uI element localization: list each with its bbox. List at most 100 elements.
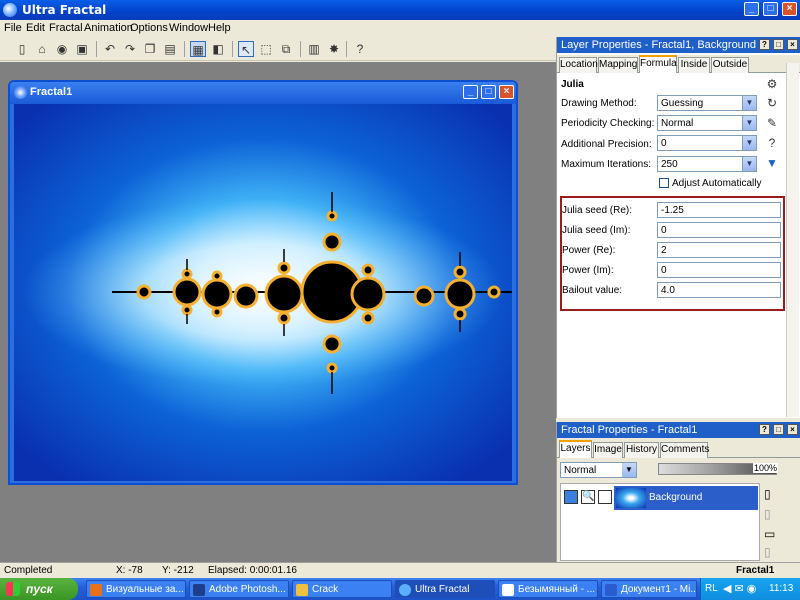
tab-mapping[interactable]: Mapping (598, 57, 638, 73)
periodicity-label: Periodicity Checking: (561, 118, 655, 129)
taskbar-item[interactable]: Документ1 - Mi... (601, 580, 697, 598)
child-close-button[interactable]: × (499, 85, 514, 99)
panel-close-button[interactable]: × (787, 39, 798, 50)
panel-close-button[interactable]: × (787, 424, 798, 435)
tab-layers[interactable]: Layers (559, 440, 592, 458)
refresh-icon[interactable]: ↻ (765, 96, 779, 110)
duplicate-layer-icon[interactable]: ▯ (764, 507, 771, 521)
child-minimize-button[interactable]: _ (463, 85, 478, 99)
adjust-automatically-checkbox[interactable] (659, 178, 669, 188)
menu-help[interactable]: Help (208, 22, 231, 34)
preview-icon[interactable]: ▦ (190, 41, 206, 57)
drawing-method-label: Drawing Method: (561, 98, 637, 109)
taskbar-item-active[interactable]: Ultra Fractal (395, 580, 495, 598)
menu-file[interactable]: File (4, 22, 22, 34)
layer-properties-tabs: Location Mapping Formula Inside Outside (557, 55, 800, 73)
delete-layer-icon[interactable]: ▯ (764, 545, 771, 559)
layer-visible-icon[interactable] (564, 490, 578, 504)
taskbar-item[interactable]: Adobe Photosh... (189, 580, 289, 598)
browse-icon[interactable]: ◉ (54, 41, 70, 57)
tab-inside[interactable]: Inside (678, 57, 710, 73)
toolbar-separator (96, 41, 97, 57)
tab-formula[interactable]: Formula (639, 55, 677, 73)
maximize-button[interactable]: □ (763, 2, 778, 16)
status-bar: Completed X: -78 Y: -212 Elapsed: 0:00:0… (0, 562, 800, 578)
power-re-input[interactable]: 2 (657, 242, 781, 258)
bailout-label: Bailout value: (562, 285, 623, 296)
tab-image[interactable]: Image (593, 442, 623, 458)
clock: 11:13 (769, 583, 794, 594)
layer-lock-icon[interactable] (598, 490, 612, 504)
bailout-input[interactable]: 4.0 (657, 282, 781, 298)
power-im-input[interactable]: 0 (657, 262, 781, 278)
julia-seed-im-input[interactable]: 0 (657, 222, 781, 238)
open-icon[interactable]: ⌂ (34, 41, 50, 57)
toolbar: ▯ ⌂ ◉ ▣ ↶ ↷ ❐ ▤ ▦ ◧ ↖ ⬚ ⧉ ▥ ✸ ? (0, 37, 556, 61)
render-icon[interactable]: ▥ (306, 41, 322, 57)
system-tray: RL ◀ ✉ ◉ 11:13 (700, 578, 800, 600)
julia-seed-re-label: Julia seed (Re): (562, 205, 633, 216)
fractal-canvas[interactable] (14, 104, 512, 481)
edit-formula-icon[interactable]: ✎ (765, 116, 779, 130)
periodicity-select[interactable]: Normal ▼ (657, 115, 757, 131)
status-elapsed: Elapsed: 0:00:01.16 (208, 565, 297, 576)
menu-animation[interactable]: Animation (84, 22, 133, 34)
copy-icon[interactable]: ❐ (142, 41, 158, 57)
panel-help-button[interactable]: ? (759, 39, 770, 50)
child-maximize-button[interactable]: □ (481, 85, 496, 99)
help-icon[interactable]: ? (352, 41, 368, 57)
menu-options[interactable]: Options (130, 22, 168, 34)
taskbar-item[interactable]: Безымянный - ... (498, 580, 598, 598)
tab-outside[interactable]: Outside (711, 57, 749, 73)
app-title: Ultra Fractal (22, 3, 107, 17)
redo-icon[interactable]: ↷ (122, 41, 138, 57)
collapse-arrow-icon[interactable]: ▼ (765, 156, 779, 170)
drawing-method-select[interactable]: Guessing ▼ (657, 95, 757, 111)
panel-float-button[interactable]: □ (773, 424, 784, 435)
taskbar-item[interactable]: Crack (292, 580, 392, 598)
layer-row-background[interactable]: Background (614, 486, 758, 510)
add-layer-icon[interactable]: ▯ (764, 487, 771, 501)
minimize-button[interactable]: _ (744, 2, 759, 16)
layer-search-icon[interactable]: 🔍 (581, 490, 595, 504)
zoom-window-icon[interactable]: ⧉ (278, 41, 294, 57)
formula-browse-icon[interactable]: ⚙ (765, 77, 779, 91)
panel-float-button[interactable]: □ (773, 39, 784, 50)
menu-window[interactable]: Window (169, 22, 208, 34)
tab-history[interactable]: History (624, 442, 659, 458)
menu-bar: File Edit Fractal Animation Options Wind… (0, 20, 800, 37)
additional-precision-select[interactable]: 0 ▼ (657, 135, 757, 151)
undo-icon[interactable]: ↶ (102, 41, 118, 57)
blend-mode-select[interactable]: Normal ▼ (560, 462, 637, 478)
additional-precision-label: Additional Precision: (561, 139, 652, 150)
paste-icon[interactable]: ▤ (162, 41, 178, 57)
tab-comments[interactable]: Comments (660, 442, 709, 458)
mask-layer-icon[interactable]: ▭ (764, 527, 775, 541)
status-y: Y: -212 (162, 565, 194, 576)
panel-help-button[interactable]: ? (759, 424, 770, 435)
fractal-window: Fractal1 _ □ × (8, 80, 518, 485)
folder-icon (296, 584, 308, 596)
menu-fractal[interactable]: Fractal (49, 22, 83, 34)
pointer-icon[interactable]: ↖ (238, 41, 254, 57)
taskbar-item[interactable]: Визуальные за... (86, 580, 186, 598)
layer-properties-scrollbar[interactable] (786, 63, 799, 417)
help-icon[interactable]: ? (765, 136, 779, 150)
gear-icon[interactable]: ✸ (326, 41, 342, 57)
language-indicator[interactable]: RL (705, 583, 718, 594)
new-icon[interactable]: ▯ (14, 41, 30, 57)
select-icon[interactable]: ⬚ (258, 41, 274, 57)
tab-location[interactable]: Location (559, 57, 598, 73)
julia-seed-re-input[interactable]: -1.25 (657, 202, 781, 218)
split-view-icon[interactable]: ◧ (210, 41, 226, 57)
tray-icons[interactable]: ◀ ✉ ◉ (723, 582, 756, 595)
ultra-fractal-icon (399, 584, 411, 596)
max-iterations-select[interactable]: 250 ▼ (657, 156, 757, 172)
close-button[interactable]: × (782, 2, 797, 16)
start-button[interactable]: пуск (0, 578, 78, 600)
menu-edit[interactable]: Edit (26, 22, 45, 34)
save-icon[interactable]: ▣ (74, 41, 90, 57)
power-re-label: Power (Re): (562, 245, 616, 256)
toolbar-separator (232, 41, 233, 57)
toolbar-separator (300, 41, 301, 57)
